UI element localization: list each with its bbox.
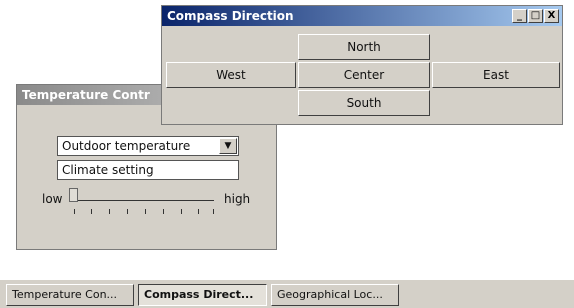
east-button[interactable]: East [432,62,560,88]
slider-tick [145,209,146,214]
climate-setting-field[interactable]: Climate setting [57,160,239,180]
slider-high-label: high [224,192,251,206]
slider-tick [181,209,182,214]
slider-tick [213,209,214,214]
south-button[interactable]: South [298,90,430,116]
taskbar-item-temperature[interactable]: Temperature Con... [6,284,134,306]
maximize-button[interactable]: □ [528,9,543,23]
chevron-down-icon[interactable]: ▼ [219,138,237,154]
compass-window-title[interactable]: Compass Direction [162,6,562,26]
combo-selected-value: Outdoor temperature [62,139,191,153]
slider-tick [127,209,128,214]
slider-tick [74,209,75,214]
taskbar-item-geographical[interactable]: Geographical Loc... [271,284,399,306]
taskbar: Temperature Con... Compass Direct... Geo… [0,279,574,308]
temperature-source-combo[interactable]: Outdoor temperature ▼ [57,136,239,156]
slider-thumb[interactable] [69,188,78,202]
north-button[interactable]: North [298,34,430,60]
slider-tick [163,209,164,214]
close-button[interactable]: X [544,9,559,23]
compass-direction-window: Compass Direction _ □ X North West Cente… [161,5,563,125]
minimize-button[interactable]: _ [512,9,527,23]
slider-tick [198,209,199,214]
west-button[interactable]: West [166,62,296,88]
window-controls: _ □ X [512,9,559,23]
center-button[interactable]: Center [298,62,430,88]
slider-track[interactable] [69,200,214,201]
slider-low-label: low [42,192,63,206]
slider-tick [109,209,110,214]
slider-tick [91,209,92,214]
taskbar-item-compass[interactable]: Compass Direct... [138,284,267,306]
